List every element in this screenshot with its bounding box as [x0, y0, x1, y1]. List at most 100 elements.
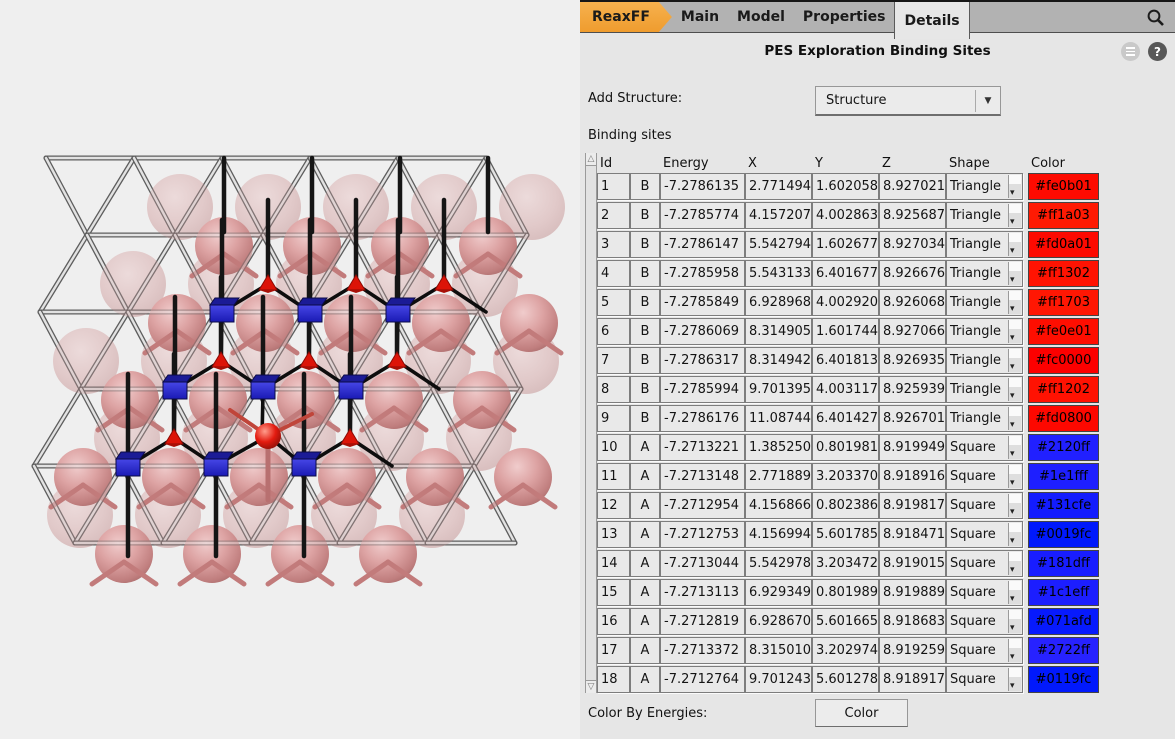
cell-z[interactable]: 8.919949 — [879, 434, 946, 461]
cell-z[interactable]: 8.918917 — [879, 666, 946, 693]
color-swatch-cell[interactable]: #181dff — [1028, 550, 1099, 577]
cell-energy[interactable]: -7.2712954 — [660, 492, 745, 519]
cell-x[interactable]: 4.157207 — [745, 202, 812, 229]
cell-x[interactable]: 5.542978 — [745, 550, 812, 577]
cell-energy[interactable]: -7.2786176 — [660, 405, 745, 432]
shape-dropdown[interactable]: Square — [946, 492, 1023, 519]
cell-y[interactable]: 0.801989 — [812, 579, 879, 606]
cell-y[interactable]: 3.202974 — [812, 637, 879, 664]
cell-site-type[interactable]: B — [630, 231, 660, 258]
shape-dropdown-arrow-icon[interactable] — [1008, 639, 1021, 662]
scroll-up-icon[interactable]: △ — [586, 153, 596, 166]
shape-dropdown[interactable]: Square — [946, 434, 1023, 461]
cell-energy[interactable]: -7.2786069 — [660, 318, 745, 345]
table-scrollbar[interactable]: △ ▽ — [585, 153, 597, 693]
cell-y[interactable]: 3.203370 — [812, 463, 879, 490]
shape-dropdown[interactable]: Square — [946, 579, 1023, 606]
cell-site-type[interactable]: A — [630, 521, 660, 548]
shape-dropdown-arrow-icon[interactable] — [1008, 175, 1021, 198]
cell-x[interactable]: 4.156866 — [745, 492, 812, 519]
color-swatch-cell[interactable]: #fd0a01 — [1028, 231, 1099, 258]
cell-id[interactable]: 3 — [597, 231, 630, 258]
cell-id[interactable]: 14 — [597, 550, 630, 577]
color-button[interactable]: Color — [815, 699, 908, 727]
color-swatch-cell[interactable]: #fe0e01 — [1028, 318, 1099, 345]
cell-id[interactable]: 7 — [597, 347, 630, 374]
cell-site-type[interactable]: B — [630, 318, 660, 345]
cell-site-type[interactable]: B — [630, 347, 660, 374]
cell-site-type[interactable]: A — [630, 637, 660, 664]
cell-energy[interactable]: -7.2713044 — [660, 550, 745, 577]
shape-dropdown[interactable]: Square — [946, 550, 1023, 577]
shape-dropdown[interactable]: Triangle — [946, 318, 1023, 345]
cell-z[interactable]: 8.919259 — [879, 637, 946, 664]
cell-id[interactable]: 6 — [597, 318, 630, 345]
cell-id[interactable]: 4 — [597, 260, 630, 287]
cell-x[interactable]: 5.542794 — [745, 231, 812, 258]
shape-dropdown[interactable]: Square — [946, 637, 1023, 664]
tab-properties[interactable]: Properties — [794, 2, 895, 32]
cell-z[interactable]: 8.927066 — [879, 318, 946, 345]
cell-site-type[interactable]: A — [630, 463, 660, 490]
cell-site-type[interactable]: A — [630, 492, 660, 519]
cell-energy[interactable]: -7.2786147 — [660, 231, 745, 258]
shape-dropdown-arrow-icon[interactable] — [1008, 436, 1021, 459]
color-swatch-cell[interactable]: #2722ff — [1028, 637, 1099, 664]
cell-x[interactable]: 4.156994 — [745, 521, 812, 548]
shape-dropdown-arrow-icon[interactable] — [1008, 610, 1021, 633]
color-swatch-cell[interactable]: #2120ff — [1028, 434, 1099, 461]
cell-energy[interactable]: -7.2785774 — [660, 202, 745, 229]
cell-energy[interactable]: -7.2713113 — [660, 579, 745, 606]
shape-dropdown-arrow-icon[interactable] — [1008, 494, 1021, 517]
color-swatch-cell[interactable]: #ff1703 — [1028, 289, 1099, 316]
cell-energy[interactable]: -7.2786317 — [660, 347, 745, 374]
cell-y[interactable]: 1.601744 — [812, 318, 879, 345]
shape-dropdown[interactable]: Triangle — [946, 173, 1023, 200]
cell-z[interactable]: 8.926676 — [879, 260, 946, 287]
color-swatch-cell[interactable]: #fc0000 — [1028, 347, 1099, 374]
search-button[interactable] — [1136, 2, 1175, 32]
shape-dropdown-arrow-icon[interactable] — [1008, 581, 1021, 604]
shape-dropdown[interactable]: Triangle — [946, 347, 1023, 374]
cell-energy[interactable]: -7.2713372 — [660, 637, 745, 664]
cell-energy[interactable]: -7.2713148 — [660, 463, 745, 490]
shape-dropdown-arrow-icon[interactable] — [1008, 407, 1021, 430]
cell-x[interactable]: 2.771494 — [745, 173, 812, 200]
shape-dropdown-arrow-icon[interactable] — [1008, 523, 1021, 546]
shape-dropdown[interactable]: Square — [946, 521, 1023, 548]
cell-y[interactable]: 5.601278 — [812, 666, 879, 693]
cell-energy[interactable]: -7.2712819 — [660, 608, 745, 635]
cell-site-type[interactable]: B — [630, 376, 660, 403]
cell-z[interactable]: 8.925939 — [879, 376, 946, 403]
cell-id[interactable]: 18 — [597, 666, 630, 693]
color-swatch-cell[interactable]: #ff1202 — [1028, 376, 1099, 403]
cell-x[interactable]: 8.314942 — [745, 347, 812, 374]
color-swatch-cell[interactable]: #1e1fff — [1028, 463, 1099, 490]
cell-z[interactable]: 8.918916 — [879, 463, 946, 490]
cell-x[interactable]: 2.771889 — [745, 463, 812, 490]
structure-3d-view[interactable] — [0, 0, 580, 739]
cell-energy[interactable]: -7.2785994 — [660, 376, 745, 403]
cell-id[interactable]: 13 — [597, 521, 630, 548]
cell-y[interactable]: 6.401427 — [812, 405, 879, 432]
structure-dropdown[interactable]: Structure ▼ — [815, 86, 1001, 116]
cell-x[interactable]: 6.928968 — [745, 289, 812, 316]
cell-z[interactable]: 8.919889 — [879, 579, 946, 606]
cell-energy[interactable]: -7.2712753 — [660, 521, 745, 548]
color-swatch-cell[interactable]: #131cfe — [1028, 492, 1099, 519]
scroll-down-icon[interactable]: ▽ — [586, 680, 596, 693]
cell-z[interactable]: 8.919817 — [879, 492, 946, 519]
shape-dropdown[interactable]: Triangle — [946, 405, 1023, 432]
cell-id[interactable]: 9 — [597, 405, 630, 432]
color-swatch-cell[interactable]: #fe0b01 — [1028, 173, 1099, 200]
color-swatch-cell[interactable]: #0019fc — [1028, 521, 1099, 548]
color-swatch-cell[interactable]: #ff1a03 — [1028, 202, 1099, 229]
shape-dropdown[interactable]: Square — [946, 463, 1023, 490]
tab-details[interactable]: Details — [894, 2, 969, 39]
cell-id[interactable]: 10 — [597, 434, 630, 461]
cell-id[interactable]: 11 — [597, 463, 630, 490]
tab-model[interactable]: Model — [728, 2, 794, 32]
cell-y[interactable]: 6.401677 — [812, 260, 879, 287]
cell-energy[interactable]: -7.2785849 — [660, 289, 745, 316]
shape-dropdown-arrow-icon[interactable] — [1008, 465, 1021, 488]
